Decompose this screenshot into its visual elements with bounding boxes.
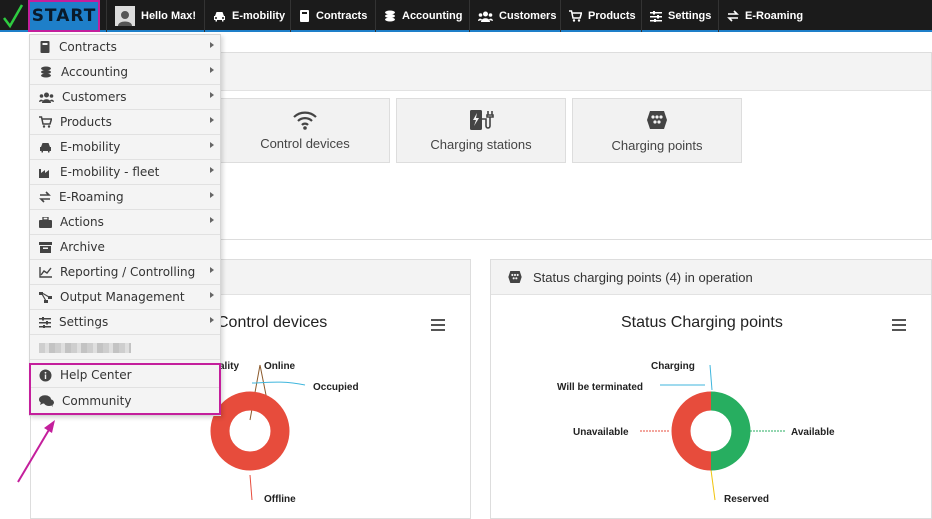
book-icon — [300, 10, 309, 22]
charging-station-icon — [470, 110, 494, 130]
sliders-icon — [650, 10, 662, 22]
users-icon — [478, 11, 493, 22]
tile-charging-points[interactable]: Charging points — [572, 98, 742, 163]
chevron-right-icon — [210, 292, 214, 298]
control-devices-donut-chart — [210, 364, 306, 501]
user-greeting[interactable]: Hello Max! — [106, 0, 204, 32]
chart-label-reserved: Reserved — [724, 494, 770, 505]
chevron-right-icon — [210, 217, 214, 223]
chart-label-unavailable: Unavailable — [573, 427, 629, 438]
exchange-icon — [727, 10, 739, 22]
chevron-right-icon — [210, 42, 214, 48]
tile-label: Charging stations — [430, 137, 532, 152]
offline-slice — [210, 391, 290, 471]
nav-label: Contracts — [316, 10, 368, 22]
wifi-icon — [293, 111, 317, 130]
chevron-right-icon — [210, 67, 214, 73]
top-navigation-bar: START Hello Max! E-mobility Contracts Ac… — [0, 0, 932, 32]
chart-label-charging: Charging — [651, 361, 695, 372]
chevron-right-icon — [210, 267, 214, 273]
available-slice — [710, 391, 751, 471]
chart-header: Status charging points (4) in operation — [491, 260, 931, 295]
nav-label: Accounting — [402, 10, 463, 22]
nav-e-mobility[interactable]: E-mobility — [204, 0, 293, 32]
nav-label: E-mobility — [232, 10, 286, 22]
tile-control-devices[interactable]: Control devices — [220, 98, 390, 163]
nav-customers[interactable]: Customers — [469, 0, 564, 32]
nav-products[interactable]: Products — [560, 0, 644, 32]
chart-label-online: Online — [264, 361, 296, 372]
chart-title: Control devices — [217, 314, 328, 331]
cart-icon — [569, 10, 582, 22]
chart-header-label: Status charging points (4) in operation — [533, 269, 753, 285]
chart-label-offline: Offline — [264, 494, 296, 505]
panel-header — [221, 53, 931, 91]
greeting-label: Hello Max! — [141, 10, 197, 22]
unavailable-slice — [671, 391, 712, 471]
avatar — [115, 6, 135, 26]
nav-label: Products — [588, 10, 636, 22]
chevron-right-icon — [210, 167, 214, 173]
chevron-right-icon — [210, 142, 214, 148]
tile-label: Control devices — [260, 136, 350, 151]
nav-contracts[interactable]: Contracts — [290, 0, 375, 32]
menu-item-label: Reporting / Controlling — [60, 265, 196, 279]
coins-icon — [385, 10, 395, 22]
nav-label: E-Roaming — [745, 10, 804, 22]
nav-label: Settings — [668, 10, 712, 22]
pointer-arrow — [17, 420, 55, 483]
chart-label-terminated: Will be terminated — [557, 382, 644, 393]
chart-menu-icon[interactable] — [892, 319, 906, 331]
chart-title: Status Charging points — [621, 314, 783, 331]
nav-settings[interactable]: Settings — [641, 0, 719, 32]
chevron-right-icon — [210, 92, 214, 98]
chart-label-occupied: Occupied — [313, 382, 359, 393]
chevron-right-icon — [210, 192, 214, 198]
tile-charging-stations[interactable]: Charging stations — [396, 98, 566, 163]
car-icon — [214, 11, 225, 21]
chart-label-available: Available — [791, 427, 835, 438]
chevron-right-icon — [210, 117, 214, 123]
chart-label: ality — [219, 361, 240, 372]
nav-accounting[interactable]: Accounting — [375, 0, 471, 32]
nav-label: Customers — [499, 10, 557, 22]
chart-menu-icon[interactable] — [431, 319, 445, 331]
plug-socket-icon — [508, 271, 522, 283]
nav-e-roaming[interactable]: E-Roaming — [718, 0, 811, 32]
plug-socket-icon — [647, 111, 667, 129]
chevron-right-icon — [210, 317, 214, 323]
tile-label: Charging points — [611, 138, 703, 153]
